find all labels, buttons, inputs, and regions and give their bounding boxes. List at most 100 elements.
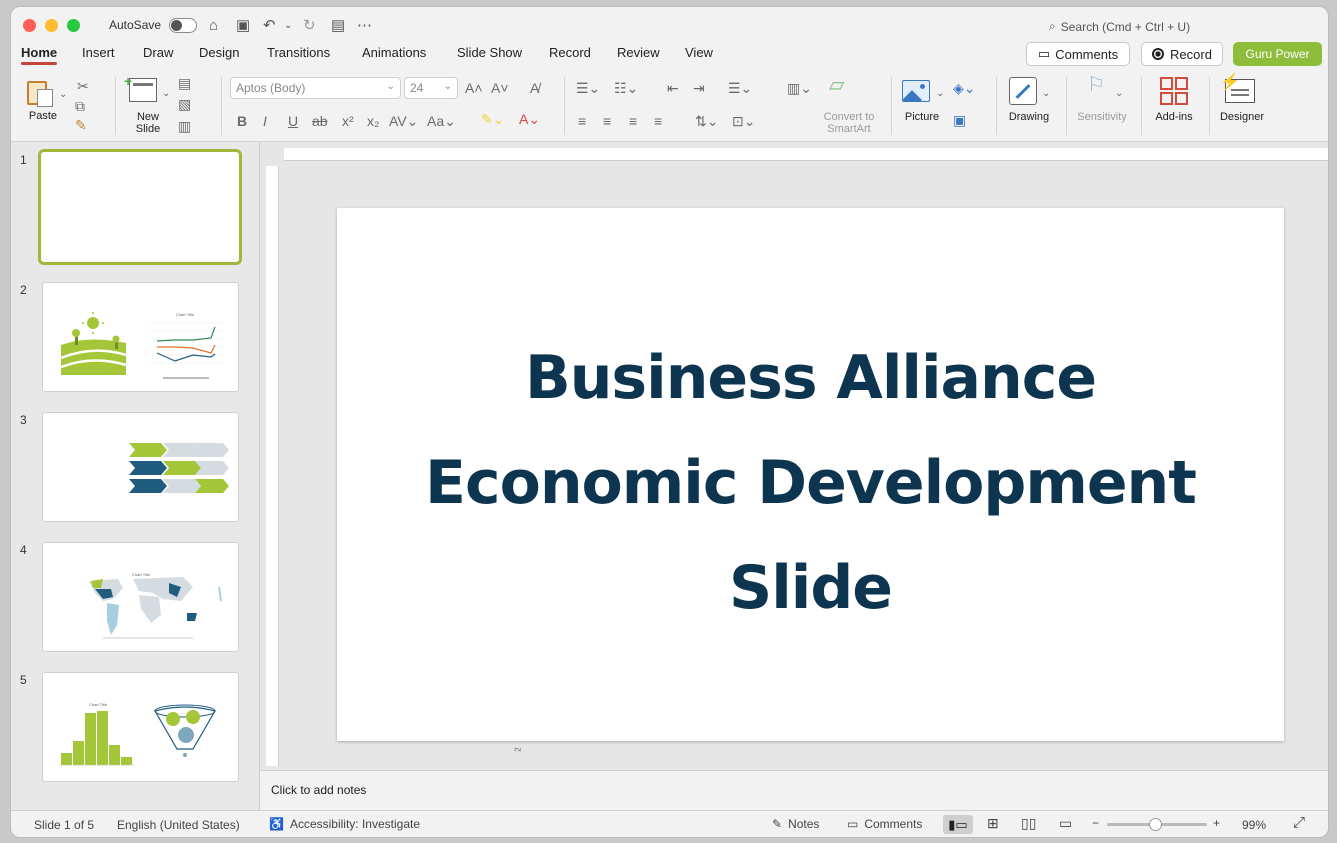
- format-painter-icon[interactable]: ✎: [75, 117, 87, 133]
- tab-animations[interactable]: Animations: [362, 45, 426, 60]
- change-case-icon[interactable]: Aa⌄: [427, 113, 456, 129]
- picture-dropdown-icon[interactable]: ⌄: [936, 86, 944, 102]
- decrease-font-icon[interactable]: A˅: [491, 80, 509, 96]
- increase-font-icon[interactable]: A˄: [465, 80, 483, 96]
- zoom-slider[interactable]: [1107, 818, 1207, 831]
- font-color-icon[interactable]: A⌄: [519, 111, 540, 127]
- clear-formatting-icon[interactable]: A̸: [530, 80, 539, 96]
- tab-slide-show[interactable]: Slide Show: [457, 45, 522, 60]
- slide-thumbnail-1[interactable]: [38, 149, 242, 265]
- redo-icon[interactable]: ↻: [303, 17, 316, 35]
- justify-icon[interactable]: ≡: [654, 113, 662, 129]
- decrease-indent-icon[interactable]: ⇤: [667, 80, 679, 96]
- font-family-select[interactable]: Aptos (Body) ⌄: [230, 77, 401, 99]
- slide-thumbnail-2[interactable]: Chart Title: [42, 282, 239, 392]
- tab-transitions[interactable]: Transitions: [267, 45, 330, 60]
- drawing-dropdown-icon[interactable]: ⌄: [1042, 86, 1050, 102]
- tab-draw[interactable]: Draw: [143, 45, 173, 60]
- align-left-icon[interactable]: ≡: [578, 113, 586, 129]
- reset-icon[interactable]: ▧: [178, 96, 191, 112]
- font-size-select[interactable]: 24 ⌄: [404, 77, 458, 99]
- align-center-icon[interactable]: ≡: [603, 113, 611, 129]
- reading-view-icon[interactable]: ▯▯: [1021, 815, 1036, 832]
- slide-thumbnail-5[interactable]: Chart Title: [42, 672, 239, 782]
- paste-icon[interactable]: [27, 77, 53, 107]
- undo-icon[interactable]: ↶: [263, 17, 276, 35]
- strikethrough-icon[interactable]: ab: [312, 113, 328, 129]
- line-spacing-icon[interactable]: ☰⌄: [728, 80, 752, 96]
- zoom-in-icon[interactable]: +: [1213, 816, 1220, 830]
- cut-icon[interactable]: ✂: [77, 78, 89, 94]
- increase-indent-icon[interactable]: ⇥: [693, 80, 705, 96]
- search-box[interactable]: ⌕ Search (Cmd + Ctrl + U): [1049, 19, 1190, 34]
- minimize-window-button[interactable]: [45, 19, 58, 32]
- slide-thumbnail-3[interactable]: [42, 412, 239, 522]
- tab-view[interactable]: View: [685, 45, 713, 60]
- layout-icon[interactable]: ▤: [178, 75, 191, 91]
- autosave-toggle[interactable]: [169, 18, 197, 33]
- paste-label: Paste: [28, 110, 58, 122]
- more-icon[interactable]: ⋯: [357, 17, 372, 35]
- addins-icon[interactable]: [1160, 77, 1188, 105]
- paste-dropdown-icon[interactable]: ⌄: [59, 87, 67, 103]
- align-right-icon[interactable]: ≡: [629, 113, 637, 129]
- shapes-icon[interactable]: ◈⌄: [953, 80, 976, 96]
- comments-status-label: Comments: [864, 817, 923, 831]
- underline-icon[interactable]: U: [288, 113, 298, 129]
- home-icon[interactable]: ⌂: [209, 17, 218, 35]
- italic-icon[interactable]: I: [263, 113, 267, 129]
- numbering-icon[interactable]: ☷⌄: [614, 80, 638, 96]
- sensitivity-icon[interactable]: ⚐: [1087, 75, 1105, 95]
- notes-button[interactable]: ✎ Notes: [772, 817, 819, 831]
- convert-label-1: Convert to: [823, 111, 875, 123]
- save-icon[interactable]: ▣: [236, 17, 250, 35]
- language[interactable]: English (United States): [117, 818, 240, 832]
- comments-button[interactable]: ▭ Comments: [1026, 42, 1130, 66]
- tab-insert[interactable]: Insert: [82, 45, 115, 60]
- picture-icon[interactable]: [902, 80, 930, 102]
- slide-canvas[interactable]: Business Alliance Economic Development S…: [337, 208, 1284, 741]
- chevron-down-icon: ⌄: [443, 81, 452, 92]
- smartart-icon[interactable]: ▱: [829, 75, 844, 95]
- customize-icon[interactable]: ▤: [331, 17, 345, 35]
- accessibility-button[interactable]: ♿ Accessibility: Investigate: [269, 817, 420, 831]
- superscript-icon[interactable]: x²: [342, 113, 354, 129]
- comments-status-button[interactable]: ▭ Comments: [847, 817, 922, 831]
- search-placeholder: Search (Cmd + Ctrl + U): [1060, 19, 1191, 34]
- sensitivity-dropdown-icon[interactable]: ⌄: [1115, 86, 1123, 102]
- normal-view-button[interactable]: ▮▭: [943, 815, 973, 834]
- bullets-icon[interactable]: ☰⌄: [576, 80, 600, 96]
- fit-to-window-icon[interactable]: ⤢: [1293, 814, 1305, 831]
- slide-title-textbox[interactable]: Business Alliance Economic Development S…: [337, 326, 1284, 641]
- designer-icon[interactable]: ⚡: [1220, 74, 1255, 103]
- new-slide-dropdown-icon[interactable]: ⌄: [162, 86, 170, 102]
- guru-power-button[interactable]: Guru Power: [1233, 42, 1322, 66]
- subscript-icon[interactable]: x₂: [367, 113, 379, 129]
- record-button[interactable]: Record: [1141, 42, 1223, 66]
- tab-design[interactable]: Design: [199, 45, 239, 60]
- slide-5-chart-title: Chart Title: [89, 702, 108, 707]
- bold-icon[interactable]: B: [237, 113, 247, 129]
- tab-home[interactable]: Home: [21, 45, 58, 65]
- slideshow-icon[interactable]: ▭: [1059, 815, 1072, 832]
- textbox-icon[interactable]: ▣: [953, 112, 966, 128]
- zoom-level[interactable]: 99%: [1242, 818, 1266, 832]
- section-icon[interactable]: ▥: [178, 118, 191, 134]
- align-text-icon[interactable]: ⊡⌄: [732, 113, 755, 129]
- tab-record[interactable]: Record: [549, 45, 591, 60]
- highlight-icon[interactable]: ✎⌄: [481, 111, 504, 127]
- text-direction-icon[interactable]: ⇅⌄: [695, 113, 718, 129]
- notes-pane[interactable]: Click to add notes: [260, 770, 1328, 810]
- copy-icon[interactable]: ⧉: [75, 98, 85, 114]
- columns-icon[interactable]: ▥⌄: [787, 80, 812, 96]
- drawing-icon[interactable]: [1009, 77, 1037, 105]
- zoom-window-button[interactable]: [67, 19, 80, 32]
- character-spacing-icon[interactable]: AV⌄: [389, 113, 418, 129]
- undo-dropdown-icon[interactable]: ⌄: [284, 17, 292, 35]
- new-slide-icon[interactable]: +: [124, 73, 157, 102]
- slide-sorter-icon[interactable]: ⊞: [987, 815, 999, 832]
- slide-thumbnail-4[interactable]: Chart Title: [42, 542, 239, 652]
- zoom-out-icon[interactable]: −: [1092, 816, 1099, 830]
- tab-review[interactable]: Review: [617, 45, 660, 60]
- close-window-button[interactable]: [23, 19, 36, 32]
